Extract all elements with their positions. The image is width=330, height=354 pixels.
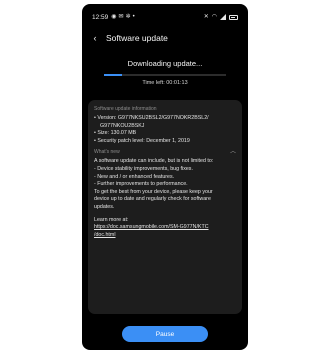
time-left-text: Time left: 00:01:13 [142, 80, 188, 86]
whats-new-header[interactable]: What's new ︿ [94, 149, 236, 155]
mute-icon: ✕ [203, 14, 209, 20]
download-status-title: Downloading update... [127, 59, 203, 68]
whats-new-line: - Device stability improvements, bug fix… [94, 165, 193, 172]
app-header: ‹ Software update [90, 32, 240, 44]
dot-icon: • [132, 14, 135, 20]
phone-screen: 12:59 ◉ ✉ ✲ • ✕ ◠ ‹ Software update Down… [82, 4, 248, 350]
download-progress-fill [104, 74, 123, 76]
battery-icon [229, 14, 238, 20]
security-patch-line: • Security patch level: December 1, 2019 [94, 137, 190, 144]
version-line: • Version: G977NKSU2BSL2/G977NOKR2BSL2/ [94, 115, 209, 121]
notification-icon: ◉ [111, 14, 117, 20]
status-right: ✕ ◠ [204, 14, 238, 20]
whats-new-line: device up to date and regularly check fo… [94, 196, 211, 203]
whats-new-heading: What's new [94, 149, 120, 156]
size-line: • Size: 130.07 MB [94, 130, 137, 137]
chevron-up-icon[interactable]: ︿ [230, 149, 236, 155]
download-progress-bar [104, 74, 226, 76]
whats-new-line: updates. [94, 203, 115, 210]
update-info-heading: Software update information [94, 106, 157, 112]
message-icon: ✉ [118, 14, 124, 20]
signal-icon [220, 14, 226, 20]
learn-more-link-continued[interactable]: /doc.html [94, 232, 236, 240]
version-line-continued: G977NKOU2BSKJ [100, 122, 145, 129]
update-info-card[interactable]: Software update information • Version: G… [88, 100, 242, 314]
status-bar: 12:59 ◉ ✉ ✲ • ✕ ◠ [92, 12, 238, 22]
whats-new-line: To get the best from your device, please… [94, 188, 213, 195]
back-arrow-icon[interactable]: ‹ [90, 33, 100, 43]
learn-more-link[interactable]: https://doc.samsungmobile.com/SM-G977N/K… [94, 224, 236, 232]
whats-new-line: - New and / or enhanced features. [94, 173, 175, 180]
page-title: Software update [106, 33, 168, 43]
settings-icon: ✲ [125, 14, 131, 20]
whats-new-line: A software update can include, but is no… [94, 158, 214, 165]
status-notification-icons: ◉ ✉ ✲ • [111, 14, 134, 20]
learn-more-label: Learn more at: [94, 216, 129, 223]
status-left: 12:59 ◉ ✉ ✲ • [92, 14, 135, 21]
status-time: 12:59 [92, 13, 109, 21]
pause-button[interactable]: Pause [122, 326, 208, 342]
wifi-icon: ◠ [211, 14, 217, 20]
whats-new-line: - Further improvements to performance. [94, 181, 188, 188]
